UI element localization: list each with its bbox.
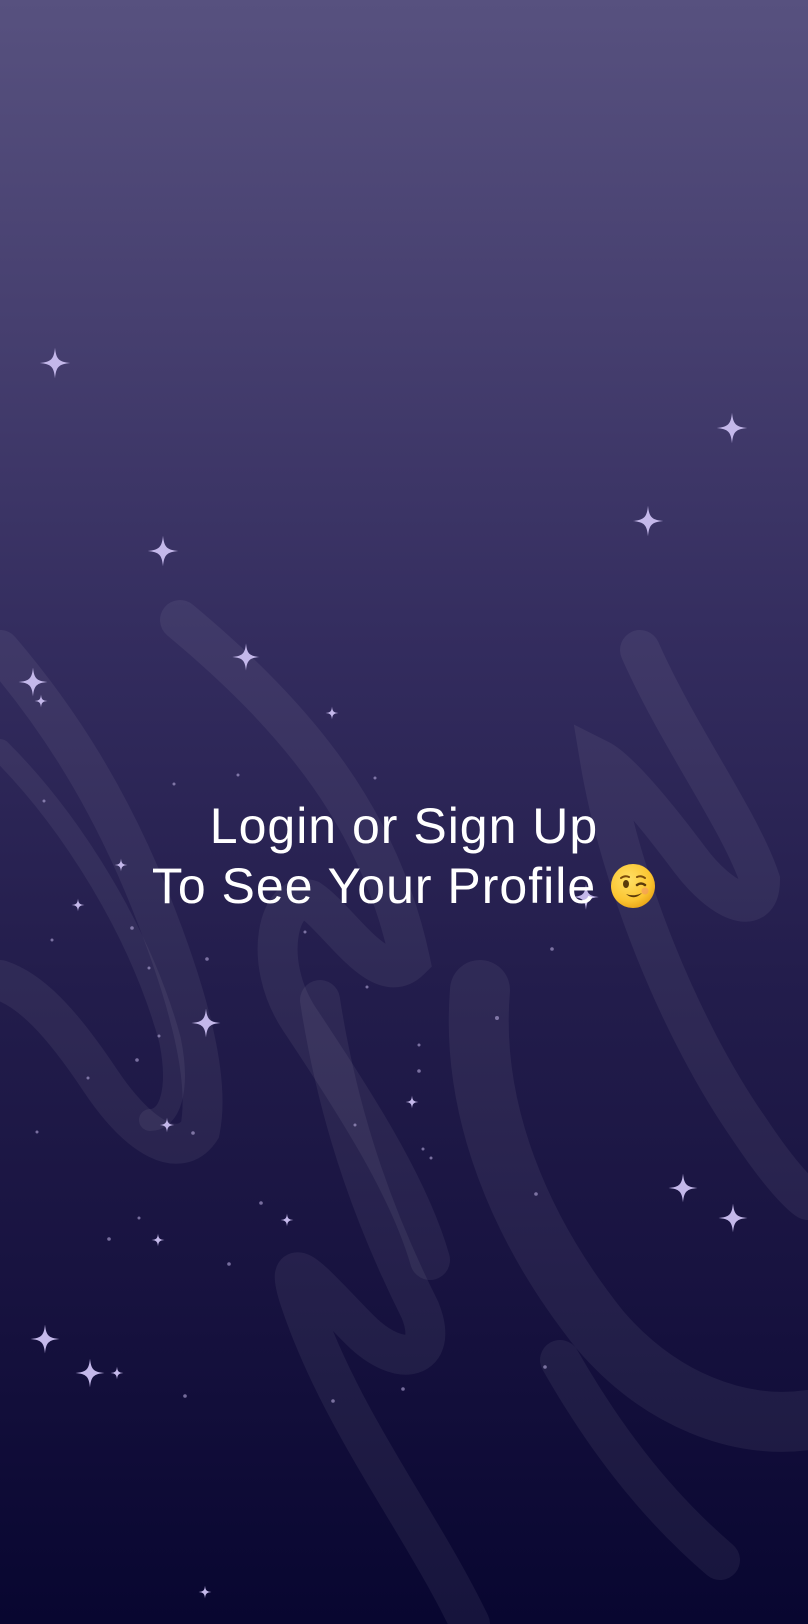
login-signup-prompt: Login or Sign Up To See Your Profile bbox=[0, 796, 808, 916]
swirl-decoration bbox=[0, 600, 808, 1624]
winking-face-icon bbox=[611, 864, 656, 908]
prompt-line-2: To See Your Profile bbox=[0, 856, 808, 916]
prompt-line-1: Login or Sign Up bbox=[209, 798, 599, 854]
prompt-line-2-text: To See Your Profile bbox=[151, 858, 597, 914]
login-prompt-screen: Login or Sign Up To See Your Profile bbox=[0, 0, 808, 1624]
